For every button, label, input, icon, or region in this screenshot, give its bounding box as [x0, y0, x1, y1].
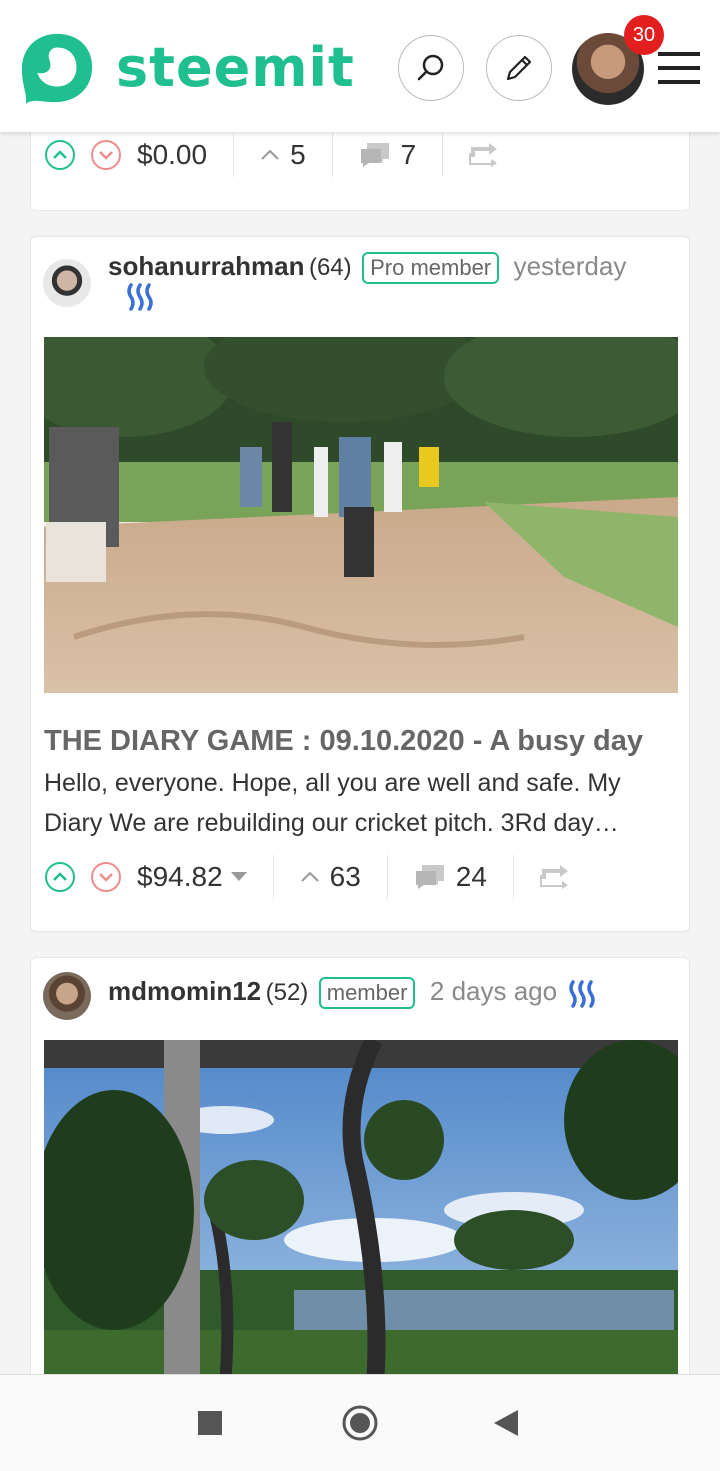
app-header: steemit 30 [0, 0, 720, 132]
comment-count[interactable]: 24 [456, 861, 487, 893]
post-card: mdmomin12 (52) member 2 days ago [30, 957, 690, 1398]
post-meta: sohanurrahman (64) Pro member yesterday [108, 251, 626, 284]
payout-amount[interactable]: $0.00 [137, 139, 207, 171]
chevron-up-icon [53, 150, 67, 159]
post-card: sohanurrahman (64) Pro member yesterday [30, 236, 690, 932]
post-meta: mdmomin12 (52) member 2 days ago [108, 976, 557, 1009]
chevron-down-icon [99, 151, 113, 160]
home-icon[interactable] [341, 1404, 379, 1442]
post-thumbnail-image[interactable] [44, 1040, 678, 1398]
post-time[interactable]: 2 days ago [430, 976, 557, 1006]
chevron-down-icon [99, 873, 113, 882]
user-avatar-button[interactable]: 30 [572, 15, 664, 105]
author-avatar[interactable] [43, 972, 91, 1020]
back-icon[interactable] [494, 1410, 518, 1436]
resteem-icon[interactable] [469, 143, 499, 167]
chevron-up-icon [261, 149, 279, 160]
author-reputation: (64) [308, 254, 352, 281]
chevron-up-icon [53, 872, 67, 881]
upvote-button[interactable] [45, 862, 75, 892]
post-actions: $94.82 63 24 [45, 855, 570, 899]
author-name[interactable]: mdmomin12 [108, 976, 261, 1006]
system-navigation-bar [0, 1374, 720, 1471]
recent-apps-icon[interactable] [198, 1411, 222, 1435]
post-title[interactable]: THE DIARY GAME : 09.10.2020 - A busy day [44, 725, 684, 758]
upvote-button[interactable] [45, 140, 75, 170]
post-actions: $0.00 5 7 [45, 133, 499, 177]
author-name[interactable]: sohanurrahman [108, 251, 305, 281]
author-reputation: (52) [265, 979, 309, 1006]
steem-icon [127, 283, 153, 311]
comment-icon[interactable] [359, 141, 391, 169]
search-icon [417, 54, 444, 81]
vote-count[interactable]: 63 [330, 861, 361, 893]
comment-icon[interactable] [414, 863, 446, 891]
pencil-icon [506, 55, 532, 81]
steem-icon [569, 980, 595, 1008]
member-badge: Pro member [362, 252, 500, 284]
downvote-button[interactable] [91, 862, 121, 892]
post-excerpt[interactable]: Hello, everyone. Hope, all you are well … [44, 763, 680, 843]
vote-count[interactable]: 5 [290, 139, 306, 171]
caret-down-icon[interactable] [230, 872, 247, 882]
write-post-button[interactable] [486, 35, 552, 101]
comment-count[interactable]: 7 [401, 139, 417, 171]
member-badge: member [318, 977, 416, 1009]
search-button[interactable] [398, 35, 464, 101]
author-avatar[interactable] [43, 259, 91, 307]
steemit-logo-icon[interactable] [18, 30, 96, 108]
menu-icon[interactable] [658, 52, 700, 86]
post-thumbnail-image[interactable] [44, 337, 678, 693]
resteem-icon[interactable] [539, 865, 570, 889]
downvote-button[interactable] [91, 140, 121, 170]
notification-badge: 30 [624, 15, 664, 55]
chevron-up-icon [300, 871, 319, 882]
post-time[interactable]: yesterday [514, 251, 627, 281]
payout-amount[interactable]: $94.82 [137, 861, 223, 893]
brand-name[interactable]: steemit [116, 36, 355, 99]
